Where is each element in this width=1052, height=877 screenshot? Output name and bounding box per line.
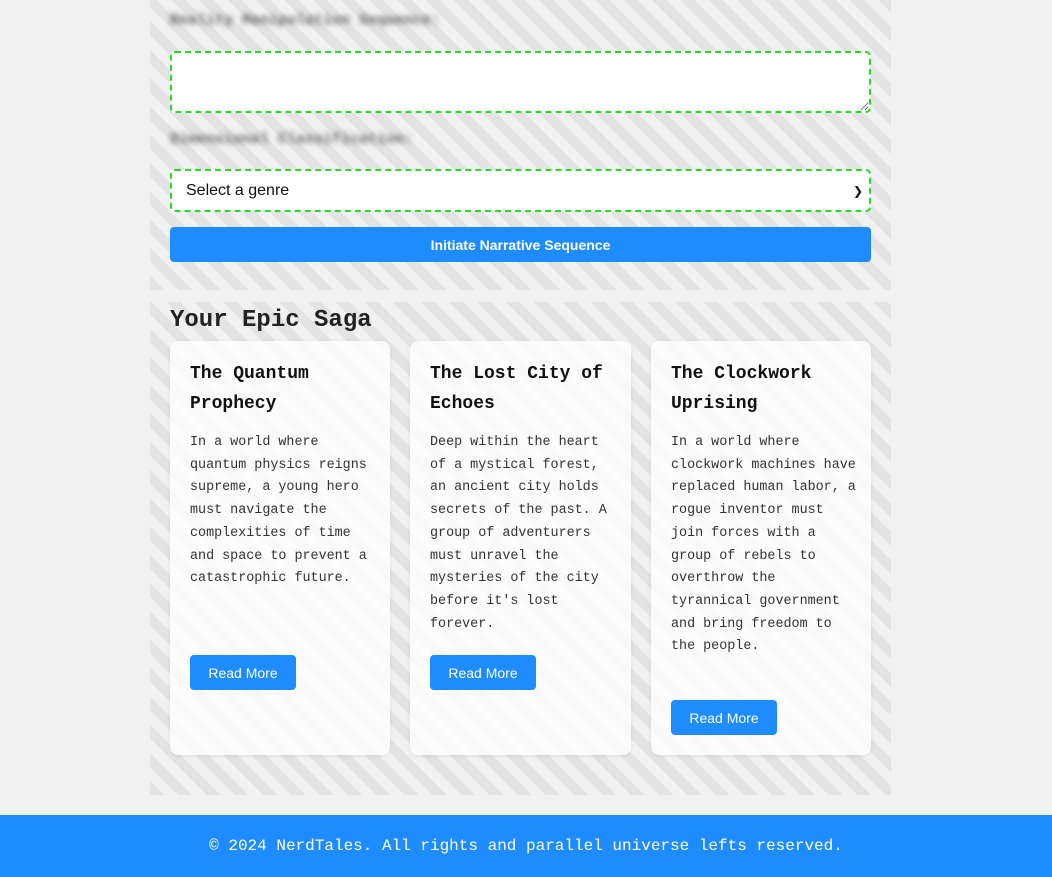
story-title: The Quantum Prophecy bbox=[190, 364, 309, 414]
story-title: The Lost City of Echoes bbox=[430, 364, 603, 414]
read-more-button[interactable]: Read More bbox=[671, 700, 777, 735]
story-card: The Clockwork Uprising In a world where … bbox=[651, 341, 871, 755]
story-summary: In a world where clockwork machines have… bbox=[671, 435, 856, 655]
genre-select[interactable]: Select a genre bbox=[170, 169, 871, 212]
sequence-label: Reality Manipulation Sequence: bbox=[170, 12, 441, 29]
story-title: The Clockwork Uprising bbox=[671, 364, 812, 414]
story-card: The Lost City of Echoes Deep within the … bbox=[410, 341, 631, 755]
site-footer: © 2024 NerdTales. All rights and paralle… bbox=[0, 815, 1052, 877]
footer-copyright: © 2024 NerdTales. All rights and paralle… bbox=[209, 837, 843, 855]
story-form-panel: Reality Manipulation Sequence: Dimension… bbox=[150, 0, 891, 290]
saga-title: Your Epic Saga bbox=[170, 307, 372, 334]
classification-label: Dimensional Classification: bbox=[170, 131, 414, 148]
story-summary: Deep within the heart of a mystical fore… bbox=[430, 435, 607, 632]
sequence-textarea[interactable] bbox=[170, 51, 871, 113]
read-more-button[interactable]: Read More bbox=[430, 655, 536, 690]
story-summary: In a world where quantum physics reigns … bbox=[190, 435, 367, 587]
initiate-narrative-button[interactable]: Initiate Narrative Sequence bbox=[170, 227, 871, 262]
saga-section: Your Epic Saga The Quantum Prophecy In a… bbox=[150, 302, 891, 795]
read-more-button[interactable]: Read More bbox=[190, 655, 296, 690]
story-card: The Quantum Prophecy In a world where qu… bbox=[170, 341, 390, 755]
